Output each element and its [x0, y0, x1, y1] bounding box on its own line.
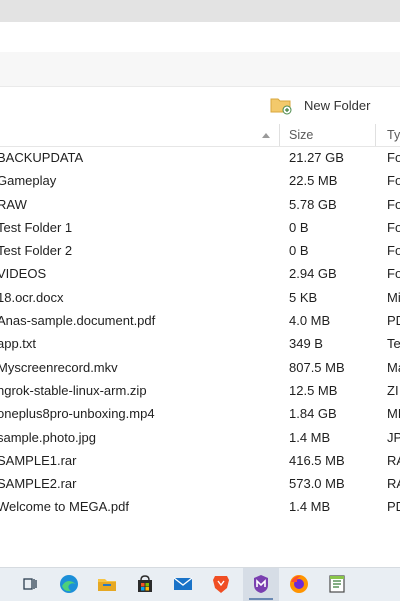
file-size: 0 B [289, 219, 309, 235]
file-name: app.txt [0, 336, 37, 352]
file-size: 12.5 MB [289, 382, 338, 398]
list-item[interactable]: Welcome to MEGA.pdf 1.4 MB PD [0, 495, 400, 518]
file-size: 1.84 GB [289, 406, 337, 422]
file-size: 1.4 MB [289, 429, 331, 445]
file-list: BACKUPDATA 21.27 GB Fo Gameplay 22.5 MB Fo R… [0, 146, 400, 519]
file-name: BACKUPDATA [0, 150, 84, 165]
list-item[interactable]: Gameplay 22.5 MB Fo [0, 169, 400, 192]
file-type: PD [387, 313, 400, 329]
file-name: sample.photo.jpg [0, 429, 97, 445]
file-type: Fo [387, 150, 400, 165]
file-name: SAMPLE2.rar [0, 476, 77, 492]
list-item[interactable]: sample.photo.jpg 1.4 MB JP [0, 426, 400, 449]
file-size: 21.27 GB [289, 150, 344, 165]
file-type: PD [387, 499, 400, 515]
list-item[interactable]: SAMPLE1.rar 416.5 MB RA [0, 449, 400, 472]
list-item[interactable]: 18.ocr.docx 5 KB Mi [0, 286, 400, 309]
mail-icon[interactable] [172, 573, 194, 595]
file-size: 349 B [289, 336, 323, 352]
column-separator [279, 124, 280, 146]
file-type: Fo [387, 219, 400, 235]
mega-icon[interactable] [250, 573, 272, 595]
list-item[interactable]: RAW 5.78 GB Fo [0, 193, 400, 216]
edge-icon[interactable] [58, 573, 80, 595]
file-name: Test Folder 1 [0, 219, 73, 235]
file-size: 5 KB [289, 289, 318, 305]
file-name: ngrok-stable-linux-arm.zip [0, 382, 147, 398]
file-name: Myscreenrecord.mkv [0, 359, 118, 375]
file-name: Welcome to MEGA.pdf [0, 499, 129, 515]
file-name: SAMPLE1.rar [0, 452, 77, 468]
notepad-icon[interactable] [326, 573, 348, 595]
address-bar-area [0, 22, 400, 53]
file-type: Fo [387, 266, 400, 282]
file-type: RA [387, 476, 400, 492]
firefox-icon[interactable] [288, 573, 310, 595]
store-icon[interactable] [134, 573, 156, 595]
file-size: 5.78 GB [289, 196, 337, 212]
new-folder-label: New Folder [304, 97, 371, 113]
file-type: Fo [387, 173, 400, 189]
taskbar [0, 567, 400, 601]
file-size: 0 B [289, 243, 309, 259]
file-type: Fo [387, 243, 400, 259]
file-name: oneplus8pro-unboxing.mp4 [0, 406, 155, 422]
file-size: 573.0 MB [289, 476, 345, 492]
file-name: 18.ocr.docx [0, 289, 64, 305]
file-type: Ma [387, 359, 400, 375]
file-type: Te [387, 336, 400, 352]
file-explorer-icon[interactable] [96, 573, 118, 595]
list-item[interactable]: Test Folder 2 0 B Fo [0, 239, 400, 262]
new-folder-icon [270, 95, 292, 115]
file-size: 22.5 MB [289, 173, 338, 189]
list-item[interactable]: Test Folder 1 0 B Fo [0, 216, 400, 239]
file-size: 4.0 MB [289, 313, 331, 329]
list-item[interactable]: oneplus8pro-unboxing.mp4 1.84 GB MF [0, 402, 400, 425]
list-item[interactable]: app.txt 349 B Te [0, 332, 400, 355]
file-type: JP [387, 429, 400, 445]
task-view-icon[interactable] [19, 573, 41, 595]
column-header: Size Ty [0, 124, 400, 147]
brave-icon[interactable] [210, 573, 232, 595]
file-name: Anas-sample.document.pdf [0, 313, 156, 329]
toolbar-band [0, 52, 400, 87]
file-size: 807.5 MB [289, 359, 345, 375]
file-type: ZI [387, 382, 399, 398]
list-item[interactable]: SAMPLE2.rar 573.0 MB RA [0, 472, 400, 495]
file-type: MF [387, 406, 400, 422]
list-item[interactable]: BACKUPDATA 21.27 GB Fo [0, 146, 400, 169]
list-item[interactable]: Anas-sample.document.pdf 4.0 MB PD [0, 309, 400, 332]
file-type: Fo [387, 196, 400, 212]
file-type: Mi [387, 289, 400, 305]
list-item[interactable]: Myscreenrecord.mkv 807.5 MB Ma [0, 356, 400, 379]
sort-ascending-icon[interactable] [261, 129, 271, 139]
column-header-size[interactable]: Size [289, 128, 313, 142]
file-name: Gameplay [0, 173, 57, 189]
file-name: VIDEOS [0, 266, 47, 282]
column-header-type[interactable]: Ty [387, 128, 400, 142]
file-size: 1.4 MB [289, 499, 331, 515]
list-item[interactable]: ngrok-stable-linux-arm.zip 12.5 MB ZI [0, 379, 400, 402]
file-type: RA [387, 452, 400, 468]
new-folder-button[interactable]: New Folder [270, 95, 370, 115]
list-item[interactable]: VIDEOS 2.94 GB Fo [0, 262, 400, 285]
column-separator [375, 124, 376, 146]
file-name: Test Folder 2 [0, 243, 73, 259]
file-size: 416.5 MB [289, 452, 345, 468]
file-size: 2.94 GB [289, 266, 337, 282]
file-name: RAW [0, 196, 27, 212]
window-top-strip [0, 0, 400, 22]
